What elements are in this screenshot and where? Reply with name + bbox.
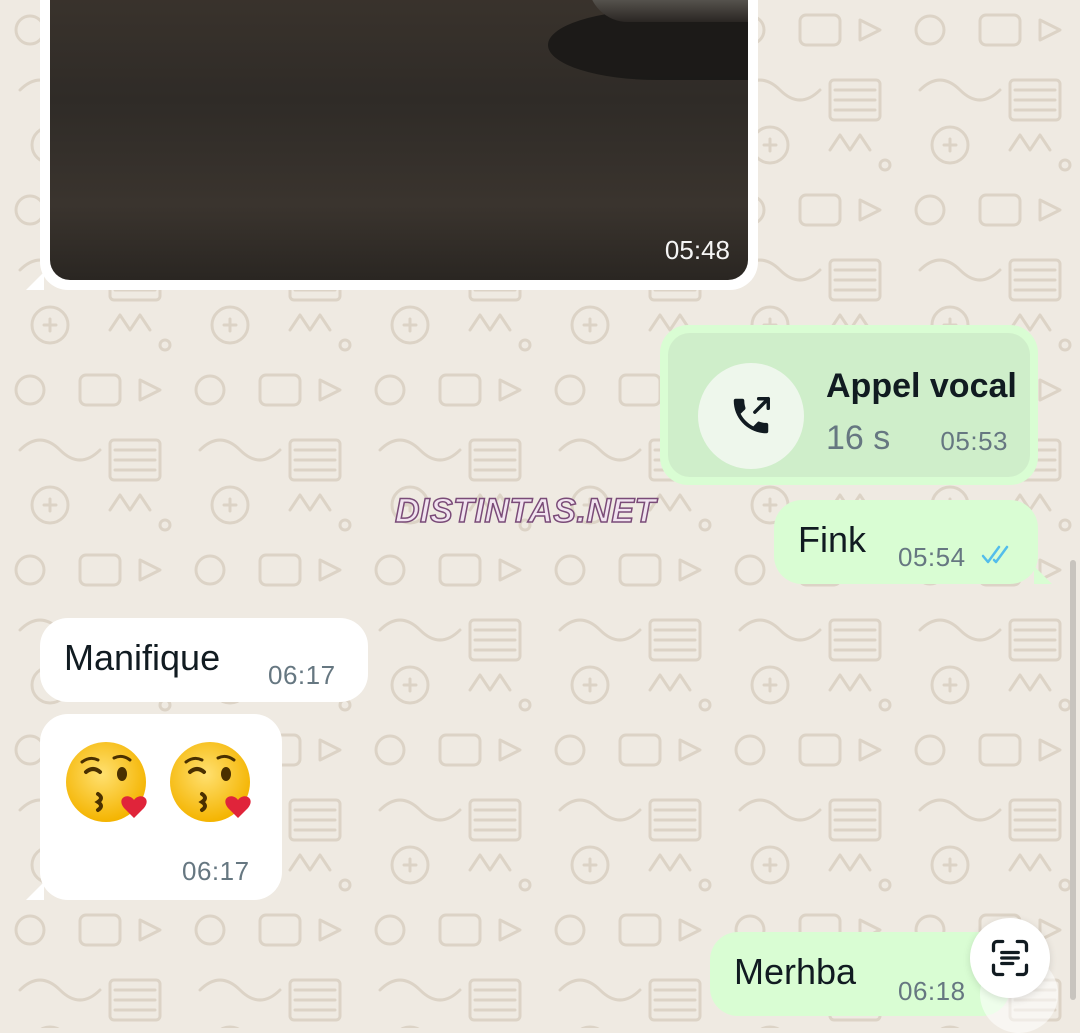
message-text: Merhba: [734, 951, 857, 992]
message-manifique[interactable]: Manifique 06:17: [40, 618, 368, 702]
image-message[interactable]: 05:48: [26, 0, 758, 290]
call-duration: 16 s: [826, 419, 891, 457]
double-check-icon: [981, 545, 1009, 564]
call-title: Appel vocal: [826, 367, 1017, 405]
message-merhba[interactable]: Merhba 06:18: [710, 932, 1010, 1016]
image-message-time: 05:48: [664, 235, 730, 265]
message-fink[interactable]: Fink 05:54: [774, 500, 1052, 584]
voice-call-message[interactable]: Appel vocal 16 s 05:53: [660, 325, 1038, 485]
call-message-time: 05:53: [940, 426, 1008, 456]
kissing-heart-emoji: [66, 742, 147, 822]
message-text: Manifique: [64, 637, 221, 678]
message-time: 06:17: [182, 856, 250, 886]
outgoing-call-icon: [698, 363, 804, 469]
watermark: DISTINTAS.NET: [394, 491, 656, 531]
text-scan-button[interactable]: [970, 918, 1050, 998]
message-time: 06:17: [268, 660, 336, 690]
photo-thumbnail[interactable]: 05:48: [50, 0, 748, 280]
kissing-heart-emoji: [170, 742, 251, 822]
scrollbar[interactable]: [1070, 560, 1076, 1000]
message-emoji[interactable]: 06:17: [26, 714, 282, 900]
message-time: 06:18: [898, 976, 966, 1006]
message-time: 05:54: [898, 542, 966, 572]
message-text: Fink: [798, 519, 867, 560]
text-scan-icon: [991, 939, 1029, 977]
